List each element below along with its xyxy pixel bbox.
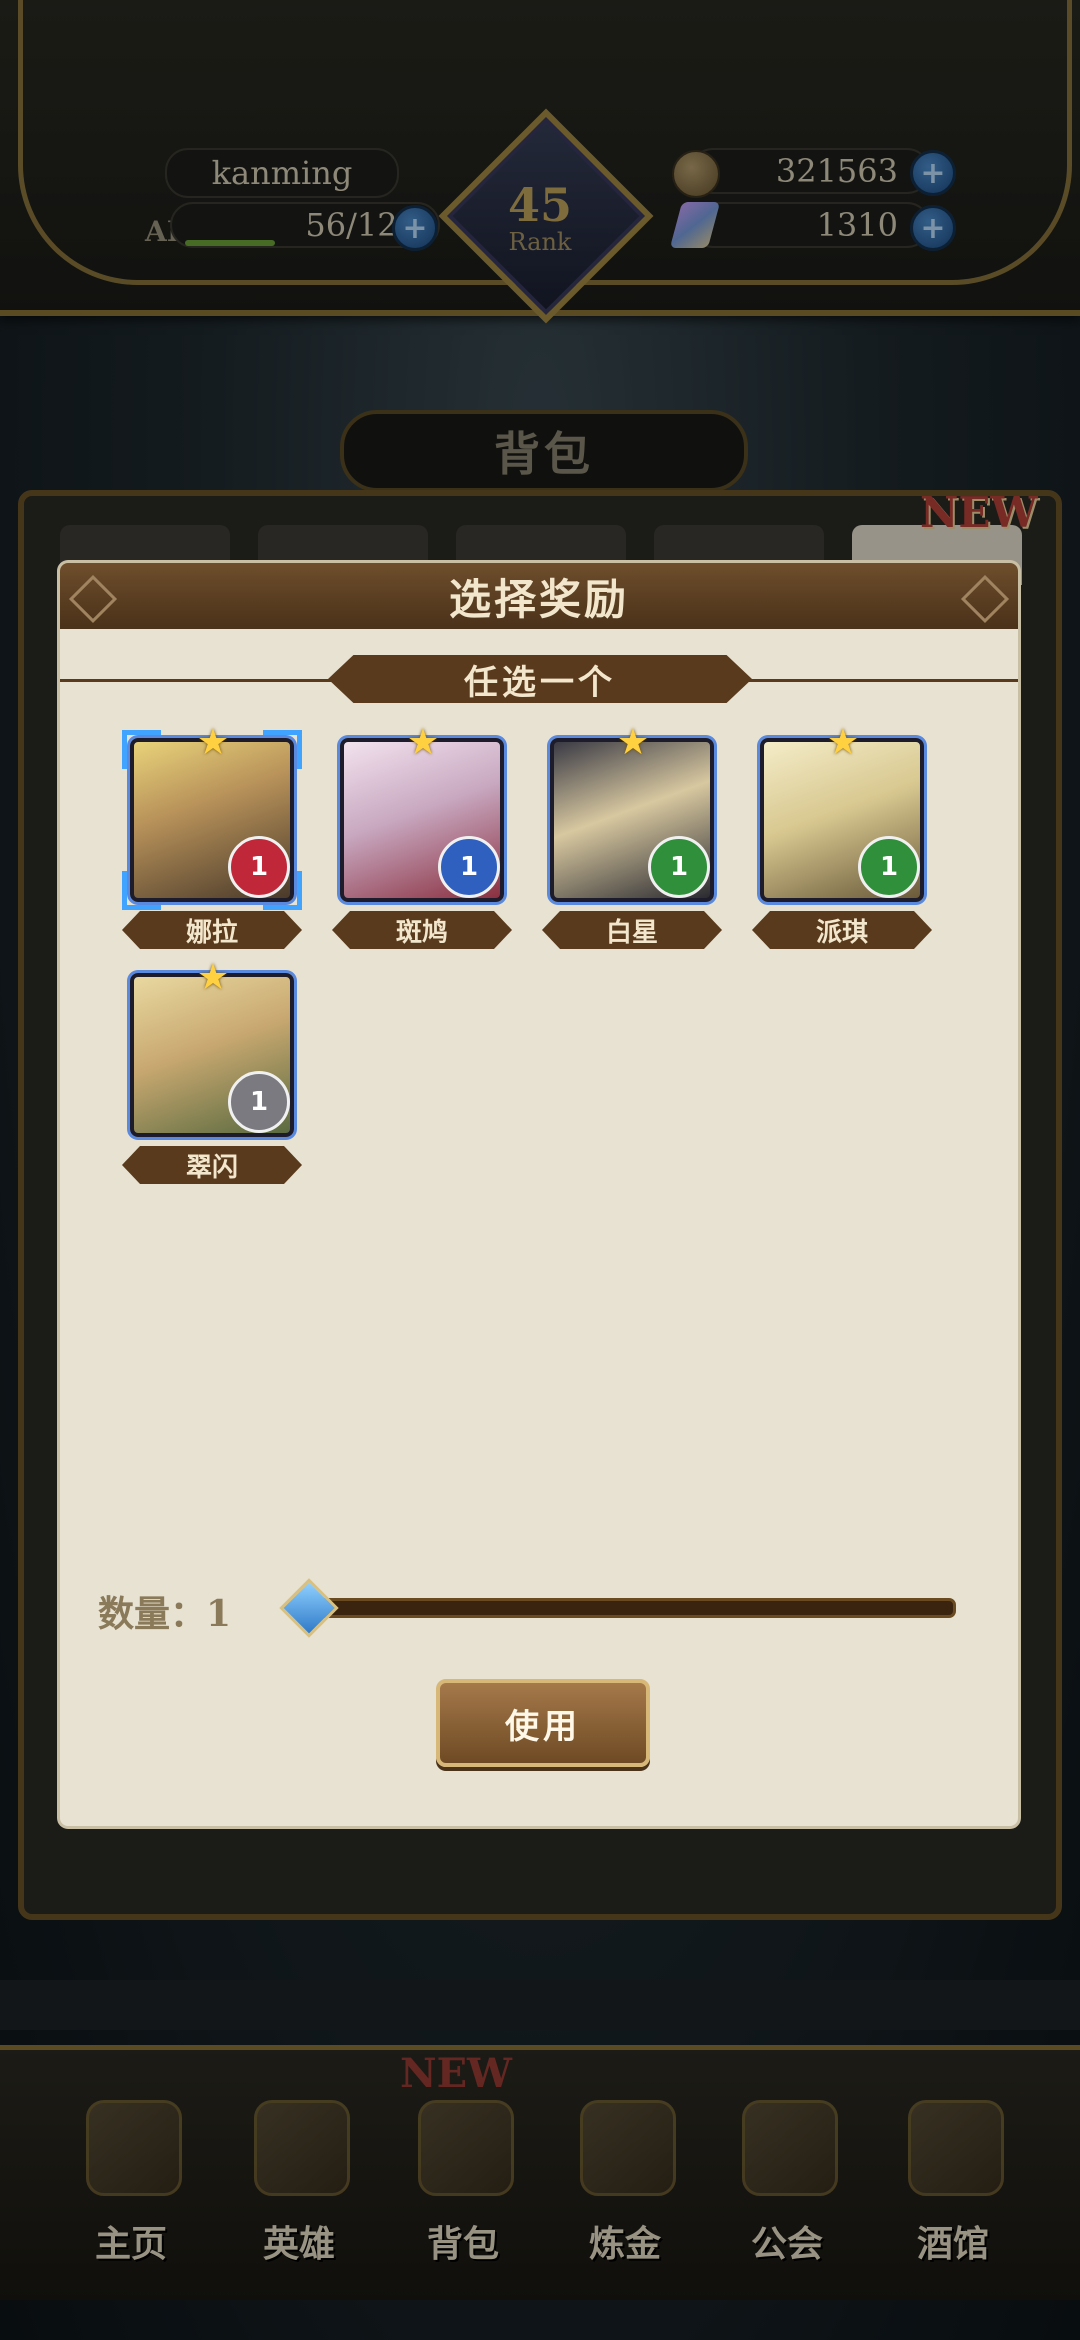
reward-dialog: 选择奖励 任选一个 ★ 1 娜拉 ★ 1 斑鸠 ★ 1 白星 ★ 1 派琪 ★ …: [60, 563, 1018, 1826]
hero-card-paiqi[interactable]: ★ 1: [760, 724, 924, 902]
use-button[interactable]: 使用: [436, 1679, 650, 1767]
dialog-title: 选择奖励: [60, 563, 1018, 629]
hero-level-badge: 1: [438, 836, 500, 898]
hero-level-badge: 1: [228, 836, 290, 898]
hero-card-baixing[interactable]: ★ 1: [550, 724, 714, 902]
quantity-slider[interactable]: [290, 1598, 956, 1618]
star-icon: ★: [196, 957, 230, 998]
quantity-label-text: 数量：: [98, 1593, 207, 1635]
hero-name: 翠闪: [122, 1146, 302, 1184]
hero-name: 斑鸠: [332, 911, 512, 949]
quantity-slider-thumb[interactable]: [279, 1578, 339, 1638]
star-icon: ★: [196, 722, 230, 763]
hero-name: 娜拉: [122, 911, 302, 949]
hero-level-badge: 1: [648, 836, 710, 898]
hero-name: 白星: [542, 911, 722, 949]
dialog-subtitle: 任选一个: [328, 655, 752, 703]
hero-level-badge: 1: [858, 836, 920, 898]
quantity-label: 数量：1: [98, 1585, 231, 1637]
hero-card-banjiu[interactable]: ★ 1: [340, 724, 504, 902]
hero-card-cuishan[interactable]: ★ 1: [130, 959, 294, 1137]
star-icon: ★: [826, 722, 860, 763]
hero-card-nala[interactable]: ★ 1: [130, 724, 294, 902]
hero-level-badge: 1: [228, 1071, 290, 1133]
star-icon: ★: [406, 722, 440, 763]
hero-name: 派琪: [752, 911, 932, 949]
star-icon: ★: [616, 722, 650, 763]
quantity-value: 1: [206, 1593, 232, 1635]
